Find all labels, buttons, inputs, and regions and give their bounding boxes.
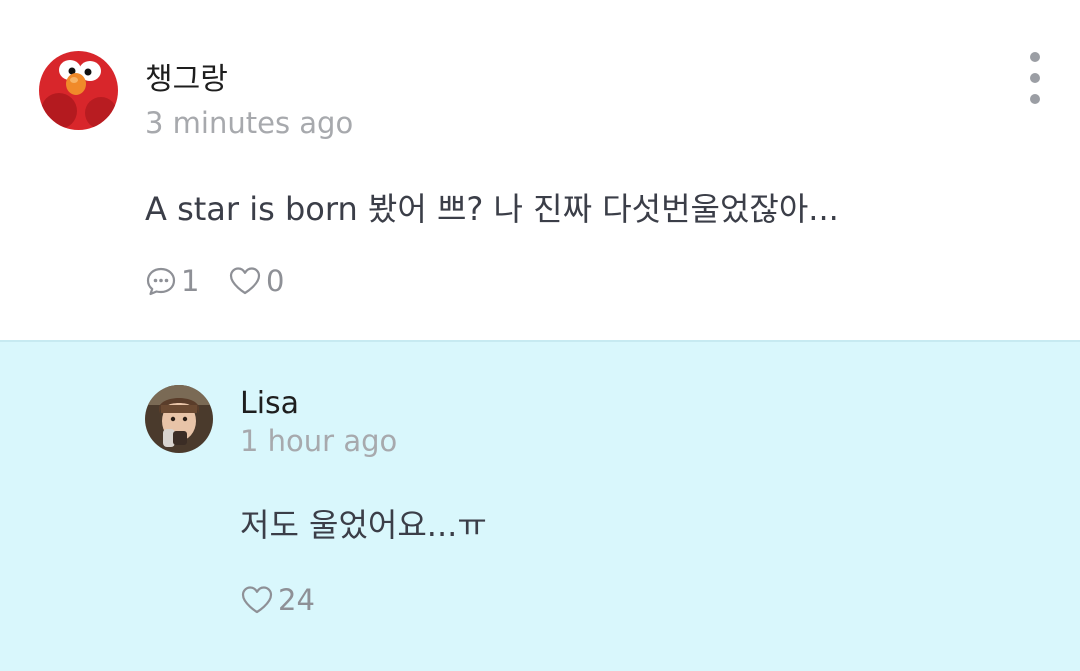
comment-text: A star is born 봤어 쁘? 나 진짜 다섯번울었잖아... <box>145 190 839 228</box>
main-comment: 챙그랑 3 minutes ago A star is born 봤어 쁘? 나… <box>0 0 1080 340</box>
like-button[interactable]: 0 <box>228 264 284 298</box>
user-photo-avatar-icon <box>145 385 213 453</box>
more-options-button[interactable] <box>1018 52 1052 104</box>
reply-timestamp: 1 hour ago <box>240 424 398 458</box>
reply-count: 1 <box>181 264 200 298</box>
more-vertical-icon <box>1030 52 1040 62</box>
reply-like-count: 24 <box>278 583 315 617</box>
heart-icon <box>241 586 273 614</box>
comment-bubble-icon <box>146 267 176 296</box>
user-avatar[interactable] <box>39 51 118 130</box>
username[interactable]: 챙그랑 <box>145 54 228 98</box>
comment-thread: 챙그랑 3 minutes ago A star is born 봤어 쁘? 나… <box>0 0 1080 671</box>
elmo-avatar-icon <box>39 51 118 130</box>
timestamp: 3 minutes ago <box>145 106 354 140</box>
reply-user-avatar[interactable] <box>145 385 213 453</box>
heart-icon <box>229 267 261 295</box>
reply-text: 저도 울었어요...ㅠ <box>240 506 487 544</box>
like-count: 0 <box>266 264 285 298</box>
reply-button[interactable]: 1 <box>145 264 199 298</box>
reply-username[interactable]: Lisa <box>240 386 299 421</box>
reply-like-button[interactable]: 24 <box>240 583 315 617</box>
